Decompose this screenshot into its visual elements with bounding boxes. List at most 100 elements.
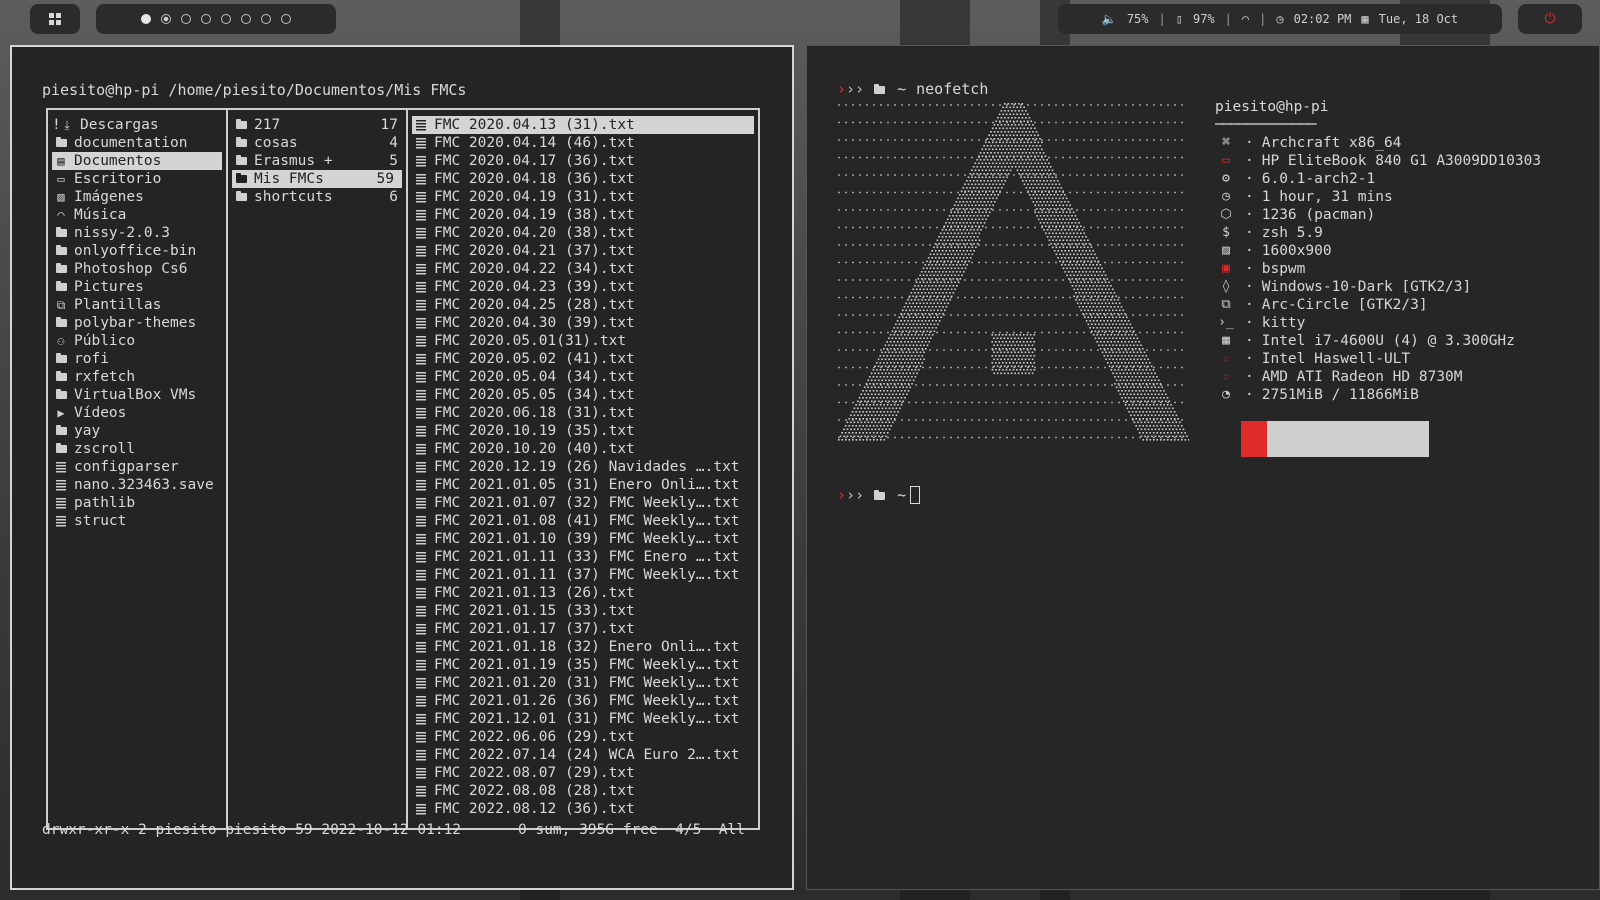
- row-name: FMC 2021.12.01 (31) FMC Weekly….txt: [434, 711, 740, 727]
- folder-row[interactable]: 217 17: [228, 116, 406, 134]
- folder-row[interactable]: shortcuts 6: [228, 188, 406, 206]
- folder-row[interactable]: rxfetch: [48, 368, 226, 386]
- file-row[interactable]: FMC 2020.10.19 (35).txt: [408, 422, 758, 440]
- folder-row[interactable]: VirtualBox VMs: [48, 386, 226, 404]
- folder-row[interactable]: documentation: [48, 134, 226, 152]
- file-row[interactable]: FMC 2021.01.07 (32) FMC Weekly….txt: [408, 494, 758, 512]
- power-button[interactable]: ⏻: [1518, 4, 1582, 34]
- file-row[interactable]: FMC 2021.12.01 (31) FMC Weekly….txt: [408, 710, 758, 728]
- menu-button[interactable]: [30, 4, 80, 34]
- separator: |: [1224, 12, 1232, 26]
- file-row[interactable]: FMC 2020.04.30 (39).txt: [408, 314, 758, 332]
- user-underline: ─────────────: [1215, 117, 1317, 133]
- file-row[interactable]: ⚇ Público: [48, 332, 226, 350]
- file-row[interactable]: FMC 2022.08.12 (36).txt: [408, 800, 758, 818]
- file-row[interactable]: FMC 2021.01.05 (31) Enero Onli….txt: [408, 476, 758, 494]
- file-row[interactable]: ⧉ Plantillas: [48, 296, 226, 314]
- file-row[interactable]: ▨ Imágenes: [48, 188, 226, 206]
- file-row[interactable]: FMC 2020.04.13 (31).txt: [412, 116, 754, 134]
- file-row[interactable]: ! ⤓ Descargas: [48, 116, 226, 134]
- file-row[interactable]: FMC 2021.01.26 (36) FMC Weekly….txt: [408, 692, 758, 710]
- file-row[interactable]: FMC 2020.12.19 (26) Navidades ….txt: [408, 458, 758, 476]
- ranger-window[interactable]: piesito@hp-pi /home/piesito/Documentos/M…: [10, 45, 794, 890]
- folder-row[interactable]: polybar-themes: [48, 314, 226, 332]
- folder-row[interactable]: Pictures: [48, 278, 226, 296]
- workspace-6[interactable]: [241, 14, 251, 24]
- file-row[interactable]: FMC 2021.01.15 (33).txt: [408, 602, 758, 620]
- folder-row[interactable]: cosas 4: [228, 134, 406, 152]
- file-row[interactable]: FMC 2020.04.20 (38).txt: [408, 224, 758, 242]
- folder-row[interactable]: nissy-2.0.3: [48, 224, 226, 242]
- workspace-3[interactable]: [181, 14, 191, 24]
- folder-row[interactable]: rofi: [48, 350, 226, 368]
- neofetch-info: piesito@hp-pi ───────────── ⌘ · Archcraft …: [1215, 98, 1541, 404]
- file-row[interactable]: FMC 2021.01.17 (37).txt: [408, 620, 758, 638]
- volume-level[interactable]: 75%: [1127, 12, 1149, 26]
- workspace-2[interactable]: [161, 14, 171, 24]
- file-row[interactable]: FMC 2020.04.18 (36).txt: [408, 170, 758, 188]
- file-row[interactable]: FMC 2020.04.25 (28).txt: [408, 296, 758, 314]
- folder-row[interactable]: Mis FMCs 59: [232, 170, 402, 188]
- folder-row[interactable]: zscroll: [48, 440, 226, 458]
- folder-row[interactable]: Erasmus + 5: [228, 152, 406, 170]
- file-row[interactable]: FMC 2021.01.13 (26).txt: [408, 584, 758, 602]
- file-row[interactable]: pathlib: [48, 494, 226, 512]
- file-row[interactable]: FMC 2020.10.20 (40).txt: [408, 440, 758, 458]
- workspace-1[interactable]: [141, 14, 151, 24]
- workspace-5[interactable]: [221, 14, 231, 24]
- workspace-8[interactable]: [281, 14, 291, 24]
- info-separator: ·: [1245, 243, 1254, 259]
- file-row[interactable]: FMC 2021.01.11 (37) FMC Weekly….txt: [408, 566, 758, 584]
- file-row[interactable]: FMC 2022.08.08 (28).txt: [408, 782, 758, 800]
- terminal-window[interactable]: › ›› ~ neofetch piesito@hp-pi ───────────…: [806, 45, 1600, 890]
- row-name: FMC 2020.10.20 (40).txt: [434, 441, 635, 457]
- text-cursor[interactable]: [910, 486, 921, 504]
- file-row[interactable]: configparser: [48, 458, 226, 476]
- workspace-4[interactable]: [201, 14, 211, 24]
- file-row[interactable]: FMC 2020.05.05 (34).txt: [408, 386, 758, 404]
- file-row[interactable]: FMC 2021.01.19 (35) FMC Weekly….txt: [408, 656, 758, 674]
- row-name: FMC 2021.01.11 (33) FMC Enero ….txt: [434, 549, 740, 565]
- file-row[interactable]: FMC 2020.04.19 (31).txt: [408, 188, 758, 206]
- file-row[interactable]: struct: [48, 512, 226, 530]
- file-row[interactable]: FMC 2020.04.21 (37).txt: [408, 242, 758, 260]
- file-row[interactable]: FMC 2022.07.14 (24) WCA Euro 2….txt: [408, 746, 758, 764]
- document-icon: ▤: [57, 154, 65, 168]
- folder-row[interactable]: yay: [48, 422, 226, 440]
- file-row[interactable]: FMC 2020.04.22 (34).txt: [408, 260, 758, 278]
- file-row[interactable]: FMC 2020.04.17 (36).txt: [408, 152, 758, 170]
- file-row[interactable]: FMC 2020.05.04 (34).txt: [408, 368, 758, 386]
- folder-row[interactable]: onlyoffice-bin: [48, 242, 226, 260]
- parent-column[interactable]: ! ⤓ Descargas documentation ▤ Documentos ▭ Escr…: [48, 110, 228, 828]
- file-row[interactable]: ▤ Documentos: [52, 152, 222, 170]
- file-row[interactable]: FMC 2020.06.18 (31).txt: [408, 404, 758, 422]
- file-row[interactable]: FMC 2021.01.08 (41) FMC Weekly….txt: [408, 512, 758, 530]
- file-row[interactable]: FMC 2021.01.20 (31) FMC Weekly….txt: [408, 674, 758, 692]
- preview-column[interactable]: FMC 2020.04.13 (31).txt FMC 2020.04.14 (4…: [408, 110, 758, 828]
- file-row[interactable]: ▶ Vídeos: [48, 404, 226, 422]
- folder-row[interactable]: Photoshop Cs6: [48, 260, 226, 278]
- workspace-7[interactable]: [261, 14, 271, 24]
- folder-icon: [52, 227, 70, 237]
- file-row[interactable]: FMC 2020.04.19 (38).txt: [408, 206, 758, 224]
- file-row[interactable]: ▭ Escritorio: [48, 170, 226, 188]
- file-row[interactable]: FMC 2021.01.10 (39) FMC Weekly….txt: [408, 530, 758, 548]
- command-prompt[interactable]: › ›› ~: [837, 486, 921, 504]
- file-row[interactable]: ◠ Música: [48, 206, 226, 224]
- file-row[interactable]: FMC 2021.01.11 (33) FMC Enero ….txt: [408, 548, 758, 566]
- row-name: FMC 2020.04.20 (38).txt: [434, 225, 635, 241]
- file-row[interactable]: FMC 2020.04.23 (39).txt: [408, 278, 758, 296]
- grid-icon: [49, 13, 61, 25]
- status-bar: 🔈 75% | ▯ 97% | ◠ | ◷ 02:02 PM ▦ Tue, 18 Oct: [1058, 4, 1502, 34]
- file-row[interactable]: FMC 2020.05.02 (41).txt: [408, 350, 758, 368]
- file-row[interactable]: nano.323463.save: [48, 476, 226, 494]
- wifi-icon[interactable]: ◠: [1242, 12, 1249, 26]
- file-row[interactable]: FMC 2021.01.18 (32) Enero Onli….txt: [408, 638, 758, 656]
- file-row[interactable]: FMC 2020.04.14 (46).txt: [408, 134, 758, 152]
- current-column[interactable]: 217 17 cosas 4 Erasmus +5 Mis FMCs 59 shortcuts…: [228, 110, 408, 828]
- file-row[interactable]: FMC 2020.05.01(31).txt: [408, 332, 758, 350]
- info-line: $ · zsh 5.9: [1215, 224, 1541, 242]
- file-row[interactable]: FMC 2022.06.06 (29).txt: [408, 728, 758, 746]
- file-icon: [412, 263, 430, 275]
- file-row[interactable]: FMC 2022.08.07 (29).txt: [408, 764, 758, 782]
